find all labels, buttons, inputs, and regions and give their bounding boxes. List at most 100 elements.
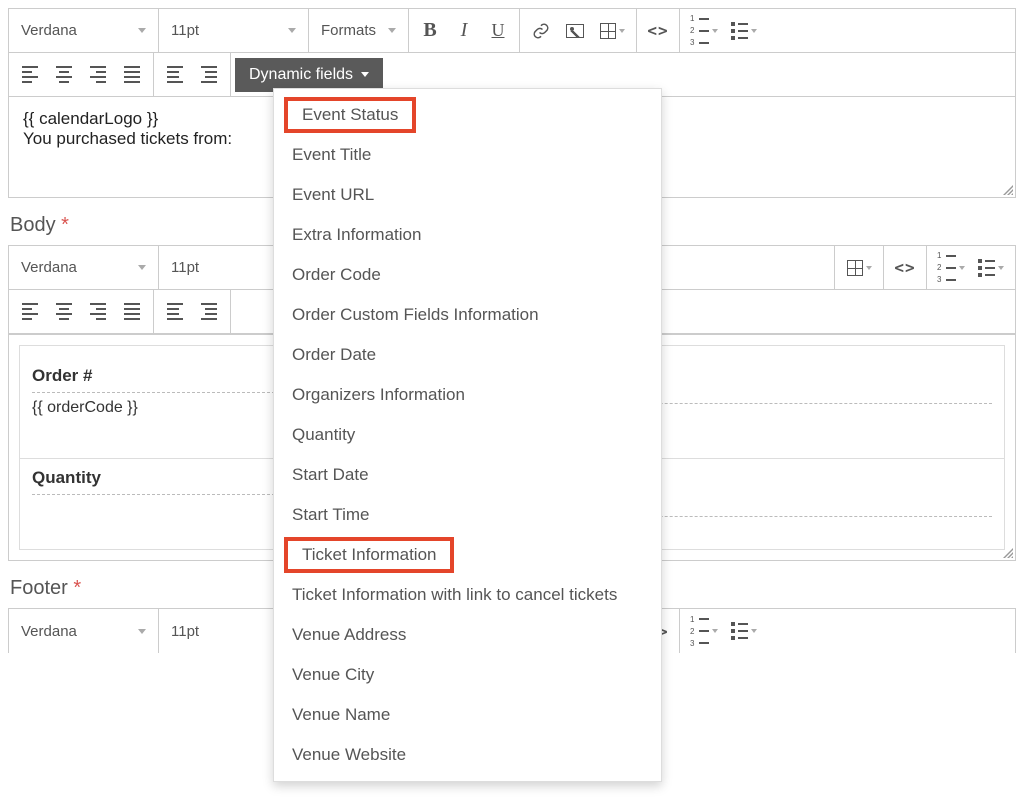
align-right-icon <box>90 66 106 83</box>
table-group <box>834 246 884 289</box>
bullet-list-icon <box>731 622 748 640</box>
resize-handle-icon[interactable] <box>1001 546 1013 558</box>
numbered-list-button[interactable]: 1 2 3 <box>684 14 724 48</box>
align-center-button[interactable] <box>47 58 81 92</box>
link-icon <box>532 22 550 40</box>
dropdown-item-venue-address[interactable]: Venue Address <box>274 615 661 655</box>
indent-button[interactable] <box>192 58 226 92</box>
chevron-down-icon <box>959 266 965 270</box>
outdent-button[interactable] <box>158 295 192 329</box>
dropdown-item-ticket-information-cancel[interactable]: Ticket Information with link to cancel t… <box>274 575 661 615</box>
font-size-label: 11pt <box>171 259 199 276</box>
formats-select[interactable]: Formats <box>309 9 409 52</box>
align-left-icon <box>22 303 38 320</box>
numbered-list-button[interactable]: 1 2 3 <box>931 251 971 285</box>
dropdown-item-order-code[interactable]: Order Code <box>274 255 661 295</box>
dynamic-fields-button[interactable]: Dynamic fields <box>235 58 383 92</box>
indent-icon <box>201 303 217 320</box>
dynamic-fields-label: Dynamic fields <box>249 66 353 84</box>
chevron-down-icon <box>388 28 396 33</box>
bullet-list-button[interactable] <box>724 14 764 48</box>
highlight-ticket-information: Ticket Information <box>284 537 454 573</box>
bold-button[interactable]: B <box>413 14 447 48</box>
indent-button[interactable] <box>192 295 226 329</box>
dropdown-item-organizers-information[interactable]: Organizers Information <box>274 375 661 415</box>
highlight-event-status: Event Status <box>284 97 416 133</box>
align-center-icon <box>56 303 72 320</box>
indent-icon <box>201 66 217 83</box>
chevron-down-icon <box>138 28 146 33</box>
table-icon <box>847 260 863 276</box>
align-center-button[interactable] <box>47 295 81 329</box>
dropdown-item-order-date[interactable]: Order Date <box>274 335 661 375</box>
source-code-button[interactable]: <> <box>641 14 675 48</box>
font-size-label: 11pt <box>171 623 199 640</box>
dropdown-item-venue-city[interactable]: Venue City <box>274 655 661 695</box>
font-family-select[interactable]: Verdana <box>9 246 159 289</box>
numbered-list-icon: 123 <box>690 615 709 648</box>
chevron-down-icon <box>712 629 718 633</box>
font-family-label: Verdana <box>21 623 77 640</box>
footer-label-text: Footer <box>10 577 68 599</box>
text-style-group: B I U <box>409 9 520 52</box>
align-justify-icon <box>124 303 140 320</box>
bullet-list-icon <box>978 259 995 277</box>
image-button[interactable] <box>558 14 592 48</box>
dropdown-item-quantity[interactable]: Quantity <box>274 415 661 455</box>
dropdown-item-venue-name[interactable]: Venue Name <box>274 695 661 735</box>
chevron-down-icon <box>619 29 625 33</box>
source-code-button[interactable]: <> <box>888 251 922 285</box>
list-group: 123 <box>680 609 768 653</box>
chevron-down-icon <box>866 266 872 270</box>
font-family-select[interactable]: Verdana <box>9 609 159 653</box>
font-family-select[interactable]: Verdana <box>9 9 159 52</box>
dropdown-item-start-time[interactable]: Start Time <box>274 495 661 535</box>
dropdown-item-start-date[interactable]: Start Date <box>274 455 661 495</box>
dropdown-item-event-status[interactable]: Event Status <box>302 105 398 125</box>
table-button[interactable] <box>592 14 632 48</box>
align-justify-button[interactable] <box>115 58 149 92</box>
table-button[interactable] <box>839 251 879 285</box>
code-group: <> <box>884 246 927 289</box>
chevron-down-icon <box>138 265 146 270</box>
align-right-button[interactable] <box>81 58 115 92</box>
align-justify-button[interactable] <box>115 295 149 329</box>
outdent-button[interactable] <box>158 58 192 92</box>
font-family-label: Verdana <box>21 259 77 276</box>
italic-button[interactable]: I <box>447 14 481 48</box>
bullet-list-button[interactable] <box>971 251 1011 285</box>
bullet-list-icon <box>731 22 748 40</box>
image-icon <box>566 24 584 38</box>
underline-button[interactable]: U <box>481 14 515 48</box>
insert-group <box>520 9 637 52</box>
table-icon <box>600 23 616 39</box>
indent-group <box>154 290 231 333</box>
bullet-list-button[interactable] <box>724 614 764 648</box>
dropdown-item-venue-website[interactable]: Venue Website <box>274 735 661 775</box>
align-right-button[interactable] <box>81 295 115 329</box>
chevron-down-icon <box>288 28 296 33</box>
toolbar-row-1: Verdana 11pt Formats B I U <> <box>9 9 1015 53</box>
align-left-button[interactable] <box>13 58 47 92</box>
dropdown-item-extra-information[interactable]: Extra Information <box>274 215 661 255</box>
numbered-list-button[interactable]: 123 <box>684 614 724 648</box>
chevron-down-icon <box>751 629 757 633</box>
link-button[interactable] <box>524 14 558 48</box>
required-asterisk: * <box>61 214 69 236</box>
required-asterisk: * <box>73 577 81 599</box>
chevron-down-icon <box>751 29 757 33</box>
chevron-down-icon <box>712 29 718 33</box>
numbered-list-icon: 1 2 3 <box>937 251 956 284</box>
dropdown-item-ticket-information[interactable]: Ticket Information <box>302 545 436 565</box>
chevron-down-icon <box>998 266 1004 270</box>
align-left-icon <box>22 66 38 83</box>
dropdown-item-order-custom-fields[interactable]: Order Custom Fields Information <box>274 295 661 335</box>
dropdown-item-event-url[interactable]: Event URL <box>274 175 661 215</box>
alignment-group <box>9 290 154 333</box>
font-size-select[interactable]: 11pt <box>159 9 309 52</box>
resize-handle-icon[interactable] <box>1001 183 1013 195</box>
align-left-button[interactable] <box>13 295 47 329</box>
dropdown-item-event-title[interactable]: Event Title <box>274 135 661 175</box>
chevron-down-icon <box>361 72 369 77</box>
code-group: <> <box>637 9 680 52</box>
